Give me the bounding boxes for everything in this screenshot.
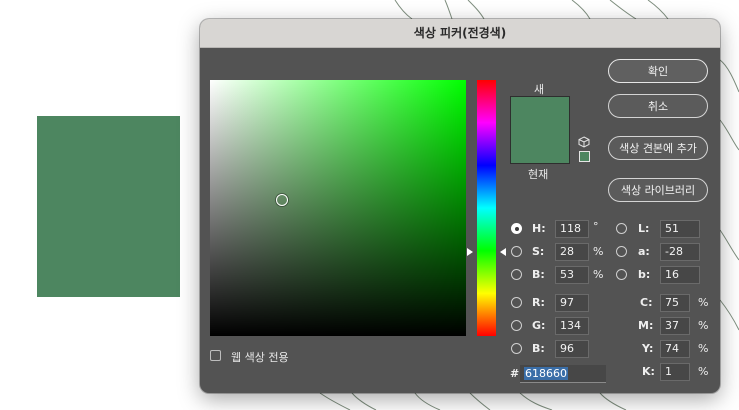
current-color-label: 현재 bbox=[528, 168, 549, 181]
y-unit: % bbox=[698, 342, 709, 355]
blue-radio[interactable] bbox=[511, 343, 522, 354]
brightness-radio[interactable] bbox=[511, 269, 522, 280]
g-label: G: bbox=[532, 319, 546, 332]
g-field[interactable]: 134 bbox=[555, 317, 589, 335]
r-label: R: bbox=[532, 296, 545, 309]
r-field[interactable]: 97 bbox=[555, 294, 589, 312]
brightness-unit: % bbox=[593, 268, 604, 281]
h-radio[interactable] bbox=[511, 223, 522, 234]
lab-b-field[interactable]: 16 bbox=[660, 266, 700, 284]
ok-button[interactable]: 확인 bbox=[608, 59, 708, 83]
a-radio[interactable] bbox=[616, 246, 627, 257]
blue-field[interactable]: 96 bbox=[555, 340, 589, 358]
c-field[interactable]: 75 bbox=[660, 294, 690, 312]
canvas-color-preview bbox=[37, 116, 180, 297]
web-safe-color-swatch[interactable] bbox=[579, 151, 590, 162]
lab-b-radio[interactable] bbox=[616, 269, 627, 280]
lab-b-label: b: bbox=[638, 268, 651, 281]
l-radio[interactable] bbox=[616, 223, 627, 234]
l-label: L: bbox=[638, 222, 650, 235]
brightness-label: B: bbox=[532, 268, 545, 281]
blue-label: B: bbox=[532, 342, 545, 355]
h-unit: ° bbox=[593, 220, 599, 233]
color-field-cursor-icon[interactable] bbox=[275, 194, 288, 207]
s-unit: % bbox=[593, 245, 604, 258]
hex-label: # bbox=[510, 367, 520, 380]
hue-slider[interactable] bbox=[477, 80, 496, 336]
h-label: H: bbox=[532, 222, 546, 235]
web-colors-only-label[interactable]: 웹 색상 전용 bbox=[231, 349, 289, 365]
k-unit: % bbox=[698, 365, 709, 378]
m-field[interactable]: 37 bbox=[660, 317, 690, 335]
hex-field[interactable]: 618660 bbox=[520, 365, 606, 383]
dialog-title[interactable]: 색상 피커(전경색) bbox=[200, 19, 720, 48]
color-field[interactable] bbox=[210, 80, 466, 336]
c-unit: % bbox=[698, 296, 709, 309]
a-label: a: bbox=[638, 245, 650, 258]
y-label: Y: bbox=[642, 342, 654, 355]
add-to-swatches-button[interactable]: 색상 견본에 추가 bbox=[608, 136, 708, 160]
new-color-label: 새 bbox=[534, 83, 545, 96]
h-field[interactable]: 118 bbox=[555, 220, 589, 238]
s-radio[interactable] bbox=[511, 246, 522, 257]
hex-value: 618660 bbox=[524, 367, 568, 380]
a-field[interactable]: -28 bbox=[660, 243, 700, 261]
l-field[interactable]: 51 bbox=[660, 220, 700, 238]
k-field[interactable]: 1 bbox=[660, 363, 690, 381]
color-picker-dialog: 색상 피커(전경색) 새 현재 확인 취소 색상 견본에 추가 색상 라이브러리… bbox=[200, 19, 720, 393]
r-radio[interactable] bbox=[511, 297, 522, 308]
y-field[interactable]: 74 bbox=[660, 340, 690, 358]
cancel-button[interactable]: 취소 bbox=[608, 94, 708, 118]
m-label: M: bbox=[638, 319, 654, 332]
color-libraries-button[interactable]: 색상 라이브러리 bbox=[608, 178, 708, 202]
g-radio[interactable] bbox=[511, 320, 522, 331]
s-label: S: bbox=[532, 245, 545, 258]
new-color-swatch bbox=[510, 96, 570, 164]
web-colors-only-checkbox[interactable] bbox=[210, 350, 221, 361]
hue-slider-right-handle-icon[interactable] bbox=[500, 248, 506, 257]
cube-icon[interactable] bbox=[578, 136, 590, 148]
c-label: C: bbox=[640, 296, 653, 309]
m-unit: % bbox=[698, 319, 709, 332]
brightness-field[interactable]: 53 bbox=[555, 266, 589, 284]
k-label: K: bbox=[642, 365, 655, 378]
s-field[interactable]: 28 bbox=[555, 243, 589, 261]
hue-slider-left-handle-icon[interactable] bbox=[467, 248, 473, 257]
